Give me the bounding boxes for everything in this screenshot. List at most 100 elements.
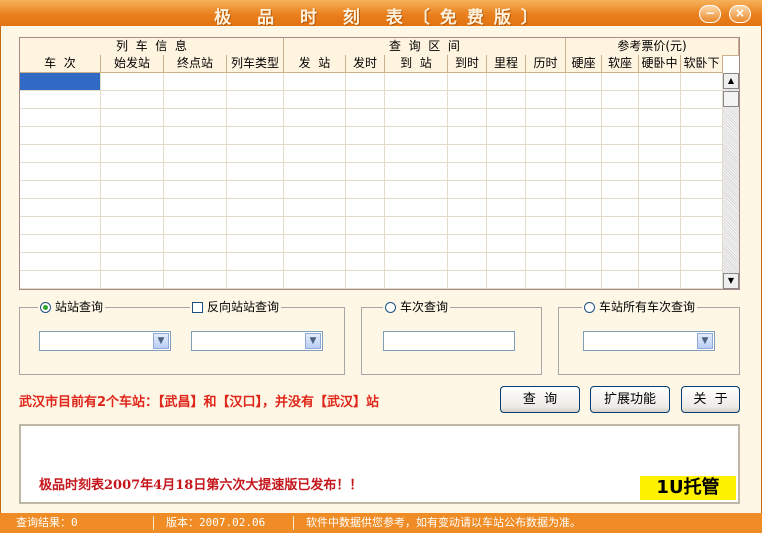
grid-cell[interactable] bbox=[681, 73, 723, 91]
grid-cell[interactable] bbox=[101, 163, 164, 181]
grid-cell[interactable] bbox=[284, 235, 346, 253]
grid-cell[interactable] bbox=[284, 199, 346, 217]
grid-cell[interactable] bbox=[602, 181, 639, 199]
grid-cell[interactable] bbox=[526, 109, 566, 127]
grid-cell[interactable] bbox=[639, 163, 681, 181]
grid-cell[interactable] bbox=[487, 217, 526, 235]
grid-cell[interactable] bbox=[448, 271, 487, 289]
grid-cell[interactable] bbox=[681, 199, 723, 217]
grid-cell[interactable] bbox=[448, 145, 487, 163]
grid-cell[interactable] bbox=[487, 199, 526, 217]
grid-cell[interactable] bbox=[20, 109, 101, 127]
grid-cell[interactable] bbox=[566, 217, 602, 235]
grid-cell[interactable] bbox=[346, 91, 385, 109]
scroll-down-icon[interactable]: ▼ bbox=[723, 273, 739, 289]
grid-cell[interactable] bbox=[566, 253, 602, 271]
grid-cell[interactable] bbox=[101, 271, 164, 289]
grid-cell[interactable] bbox=[526, 127, 566, 145]
grid-cell[interactable] bbox=[164, 181, 227, 199]
grid-cell[interactable] bbox=[284, 253, 346, 271]
grid-cell[interactable] bbox=[164, 253, 227, 271]
grid-cell[interactable] bbox=[385, 217, 448, 235]
grid-cell[interactable] bbox=[681, 181, 723, 199]
grid-cell[interactable] bbox=[164, 163, 227, 181]
grid-cell[interactable] bbox=[602, 253, 639, 271]
grid-cell[interactable] bbox=[346, 163, 385, 181]
scroll-thumb[interactable] bbox=[723, 91, 739, 107]
grid-cell[interactable] bbox=[284, 271, 346, 289]
column-header[interactable]: 到 站 bbox=[385, 55, 448, 73]
grid-cell[interactable] bbox=[227, 109, 284, 127]
grid-cell[interactable] bbox=[227, 253, 284, 271]
grid-cell[interactable] bbox=[20, 145, 101, 163]
grid-cell[interactable] bbox=[20, 181, 101, 199]
grid-cell[interactable] bbox=[227, 163, 284, 181]
grid-cell[interactable] bbox=[164, 217, 227, 235]
grid-cell[interactable] bbox=[164, 127, 227, 145]
grid-cell[interactable] bbox=[101, 199, 164, 217]
grid-cell[interactable] bbox=[385, 199, 448, 217]
grid-cell[interactable] bbox=[346, 271, 385, 289]
grid-cell[interactable] bbox=[487, 271, 526, 289]
grid-cell[interactable] bbox=[526, 271, 566, 289]
grid-cell[interactable] bbox=[487, 109, 526, 127]
grid-cell[interactable] bbox=[101, 91, 164, 109]
grid-cell[interactable] bbox=[227, 91, 284, 109]
column-header[interactable]: 到时 bbox=[448, 55, 487, 73]
grid-cell[interactable] bbox=[101, 217, 164, 235]
grid-cell[interactable] bbox=[681, 127, 723, 145]
grid-cell[interactable] bbox=[385, 109, 448, 127]
close-button[interactable]: × bbox=[729, 5, 751, 23]
grid-cell[interactable] bbox=[681, 109, 723, 127]
grid-cell[interactable] bbox=[346, 235, 385, 253]
grid-cell[interactable] bbox=[487, 145, 526, 163]
extend-features-button[interactable]: 扩展功能 bbox=[590, 386, 670, 413]
grid-cell[interactable] bbox=[164, 271, 227, 289]
grid-cell[interactable] bbox=[346, 217, 385, 235]
grid-cell[interactable] bbox=[20, 91, 101, 109]
grid-cell[interactable] bbox=[164, 199, 227, 217]
column-header[interactable]: 发 站 bbox=[284, 55, 346, 73]
grid-cell[interactable] bbox=[448, 91, 487, 109]
column-header[interactable]: 里程 bbox=[487, 55, 526, 73]
selected-cell[interactable] bbox=[20, 73, 101, 91]
grid-cell[interactable] bbox=[346, 181, 385, 199]
grid-cell[interactable] bbox=[227, 235, 284, 253]
grid-cell[interactable] bbox=[566, 163, 602, 181]
grid-cell[interactable] bbox=[385, 127, 448, 145]
from-station-select[interactable]: ▼ bbox=[39, 331, 171, 351]
grid-cell[interactable] bbox=[227, 199, 284, 217]
grid-cell[interactable] bbox=[448, 181, 487, 199]
grid-cell[interactable] bbox=[101, 181, 164, 199]
grid-cell[interactable] bbox=[602, 271, 639, 289]
grid-cell[interactable] bbox=[20, 253, 101, 271]
grid-cell[interactable] bbox=[346, 253, 385, 271]
grid-cell[interactable] bbox=[487, 91, 526, 109]
grid-cell[interactable] bbox=[284, 73, 346, 91]
column-header[interactable]: 历时 bbox=[526, 55, 566, 73]
column-header[interactable]: 终点站 bbox=[164, 55, 227, 73]
grid-cell[interactable] bbox=[227, 145, 284, 163]
grid-cell[interactable] bbox=[448, 127, 487, 145]
grid-cell[interactable] bbox=[602, 109, 639, 127]
grid-cell[interactable] bbox=[639, 217, 681, 235]
grid-cell[interactable] bbox=[566, 199, 602, 217]
grid-cell[interactable] bbox=[681, 271, 723, 289]
grid-cell[interactable] bbox=[346, 127, 385, 145]
grid-cell[interactable] bbox=[639, 91, 681, 109]
grid-cell[interactable] bbox=[227, 127, 284, 145]
grid-cell[interactable] bbox=[526, 73, 566, 91]
grid-cell[interactable] bbox=[566, 145, 602, 163]
grid-cell[interactable] bbox=[602, 145, 639, 163]
train-query-radio[interactable]: 车次查询 bbox=[383, 300, 451, 314]
grid-cell[interactable] bbox=[681, 253, 723, 271]
grid-cell[interactable] bbox=[385, 91, 448, 109]
grid-cell[interactable] bbox=[448, 73, 487, 91]
grid-cell[interactable] bbox=[385, 73, 448, 91]
grid-cell[interactable] bbox=[681, 91, 723, 109]
grid-cell[interactable] bbox=[448, 235, 487, 253]
hosting-badge[interactable]: 1U托管 bbox=[640, 476, 736, 500]
grid-cell[interactable] bbox=[487, 253, 526, 271]
grid-cell[interactable] bbox=[164, 235, 227, 253]
grid-cell[interactable] bbox=[526, 199, 566, 217]
